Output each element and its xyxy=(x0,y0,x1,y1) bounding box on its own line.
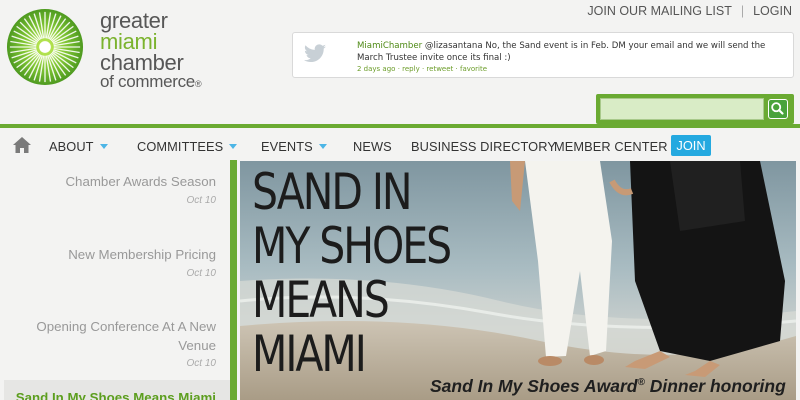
login-link[interactable]: LOGIN xyxy=(753,4,792,18)
logo-line-commerce: of commerce xyxy=(100,72,195,91)
logo-line-greater: greater xyxy=(100,8,168,33)
logo-wordmark: greater miami chamber of commerce® xyxy=(100,8,202,93)
nav-committees[interactable]: COMMITTEES xyxy=(137,139,238,154)
nav-business-directory[interactable]: BUSINESS DIRECTORY xyxy=(411,139,556,154)
search-input[interactable] xyxy=(600,98,764,120)
sidebar-item-date: Oct 10 xyxy=(186,358,216,369)
sidebar-item-awards[interactable]: Chamber Awards Season Oct 10 xyxy=(65,172,216,206)
sidebar-item-sand-active[interactable]: Sand In My Shoes Means Miami xyxy=(4,380,230,400)
nav-about[interactable]: ABOUT xyxy=(49,139,108,154)
sidebar-item-title: New Membership Pricing xyxy=(68,247,216,262)
top-links: JOIN OUR MAILING LIST | LOGIN xyxy=(587,4,792,18)
tweet-text: MiamiChamber @lizasantana No, the Sand e… xyxy=(357,40,787,64)
sidebar-item-date: Oct 10 xyxy=(186,268,216,279)
nav-committees-label: COMMITTEES xyxy=(137,139,224,154)
join-mailing-list-link[interactable]: JOIN OUR MAILING LIST xyxy=(587,4,731,18)
sidebar-item-pricing[interactable]: New Membership Pricing Oct 10 xyxy=(68,245,216,279)
nav-member-center[interactable]: MEMBER CENTER xyxy=(554,139,668,154)
tweet-meta-dot: · xyxy=(397,65,400,73)
nav-about-label: ABOUT xyxy=(49,139,94,154)
search-bar xyxy=(596,94,794,124)
sunburst-logo-icon xyxy=(6,8,84,86)
tweet-username-link[interactable]: MiamiChamber xyxy=(357,41,422,51)
sidebar-active-title: Sand In My Shoes Means Miami xyxy=(15,390,216,400)
chevron-down-icon xyxy=(318,144,327,149)
nav-events-label: EVENTS xyxy=(261,139,313,154)
news-sidebar: Chamber Awards Season Oct 10 New Members… xyxy=(0,160,230,400)
sidebar-item-date: Oct 10 xyxy=(186,195,216,206)
tweet-retweet-link[interactable]: retweet xyxy=(426,65,453,73)
sidebar-item-title-line2: Venue xyxy=(178,338,216,353)
hero-banner[interactable]: SAND IN MY SHOES MEANS MIAMI Sand In My … xyxy=(240,161,796,400)
hero-headline-line: MY SHOES xyxy=(252,217,452,275)
top-links-separator: | xyxy=(740,4,745,18)
nav-events[interactable]: EVENTS xyxy=(261,139,327,154)
tweet-reply-link[interactable]: reply xyxy=(402,65,420,73)
main-nav: ABOUT COMMITTEES EVENTS NEWS BUSINESS DI… xyxy=(0,124,800,160)
twitter-bird-icon xyxy=(304,44,326,63)
logo-trademark: ® xyxy=(194,79,202,89)
home-icon[interactable] xyxy=(12,136,32,154)
hero-headline-line: SAND IN xyxy=(252,163,413,221)
hero-headline-line: MIAMI xyxy=(252,325,367,383)
hero-caption-post: Dinner honoring xyxy=(644,376,786,396)
hero-headline-line: MEANS xyxy=(252,271,390,329)
join-button[interactable]: JOIN xyxy=(671,135,711,156)
nav-news[interactable]: NEWS xyxy=(353,139,392,154)
sidebar-divider xyxy=(230,160,237,400)
search-icon xyxy=(771,102,784,115)
chevron-down-icon xyxy=(229,144,238,149)
sidebar-item-title-line1: Opening Conference At A New xyxy=(36,319,216,334)
hero-caption: Sand In My Shoes Award® Dinner honoring xyxy=(430,376,786,397)
tweet-meta-dot: · xyxy=(421,65,425,73)
chevron-down-icon xyxy=(99,144,108,149)
hero-headline: SAND IN MY SHOES MEANS MIAMI xyxy=(252,165,465,381)
logo-line-chamber: chamber xyxy=(100,50,184,75)
twitter-feed-box: MiamiChamber @lizasantana No, the Sand e… xyxy=(292,32,794,78)
sidebar-item-conference[interactable]: Opening Conference At A New Venue Oct 10 xyxy=(36,317,216,369)
tweet-meta-dot: · xyxy=(455,65,458,73)
hero-caption-pre: Sand In My Shoes Award xyxy=(430,376,638,396)
search-button[interactable] xyxy=(768,99,788,119)
sidebar-item-title: Chamber Awards Season xyxy=(65,174,216,189)
hero-caption-registered: ® xyxy=(637,377,645,389)
tweet-meta: 2 days ago · reply · retweet · favorite xyxy=(357,65,487,73)
tweet-time-link[interactable]: 2 days ago xyxy=(357,65,395,73)
tweet-favorite-link[interactable]: favorite xyxy=(460,65,487,73)
logo-line-miami: miami xyxy=(100,29,158,54)
chamber-logo[interactable]: greater miami chamber of commerce® xyxy=(6,6,216,90)
